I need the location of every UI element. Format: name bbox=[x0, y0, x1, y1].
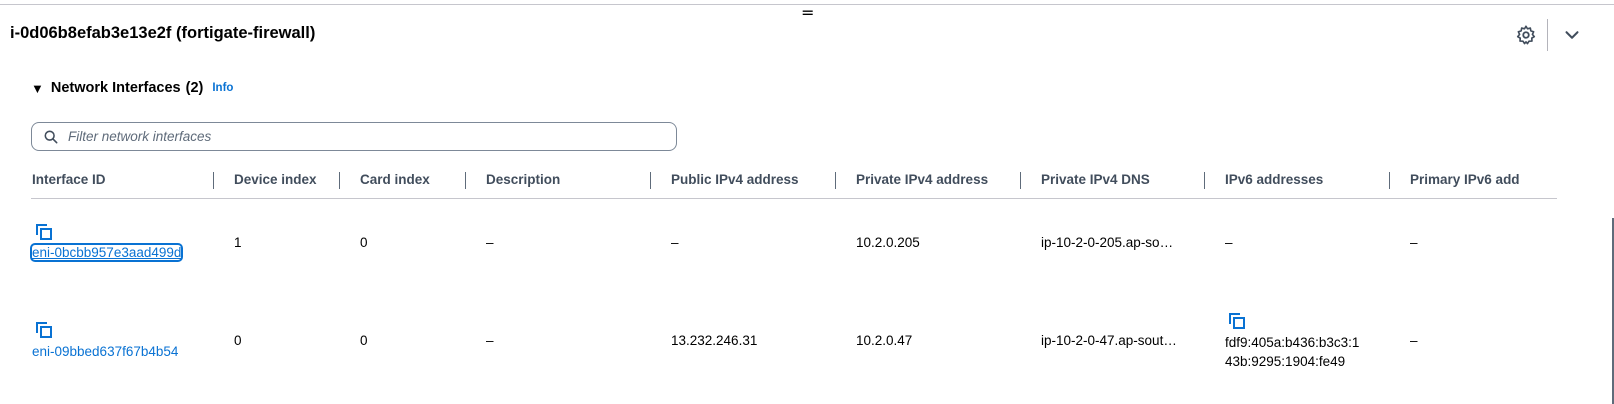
description-cell: – bbox=[486, 235, 494, 250]
copy-icon[interactable] bbox=[35, 321, 53, 339]
private-ipv4-cell: 10.2.0.47 bbox=[856, 333, 913, 348]
filter-box bbox=[31, 122, 677, 151]
resize-handle[interactable]: = bbox=[801, 5, 814, 21]
search-icon bbox=[44, 130, 58, 144]
chevron-down-icon[interactable] bbox=[1561, 24, 1583, 46]
col-interface-id[interactable]: Interface ID bbox=[32, 172, 106, 187]
gear-icon[interactable] bbox=[1515, 24, 1537, 46]
public-ipv4-cell: – bbox=[671, 235, 679, 250]
section-count: (2) bbox=[185, 80, 204, 96]
col-private-ipv4[interactable]: Private IPv4 address bbox=[856, 172, 988, 187]
instance-title: i-0d06b8efab3e13e2f (fortigate-firewall) bbox=[10, 24, 316, 42]
col-ipv6-addresses[interactable]: IPv6 addresses bbox=[1225, 172, 1323, 187]
interface-id-link[interactable]: eni-09bbed637f67b4b54 bbox=[32, 344, 178, 359]
device-index-cell: 0 bbox=[234, 333, 242, 348]
column-resizer[interactable] bbox=[1389, 172, 1390, 189]
card-index-cell: 0 bbox=[360, 235, 368, 250]
private-ipv4-cell: 10.2.0.205 bbox=[856, 235, 920, 250]
table-row: eni-09bbed637f67b4b54 0 0 – 13.232.246.3… bbox=[31, 300, 1557, 403]
column-resizer[interactable] bbox=[465, 172, 466, 189]
column-resizer[interactable] bbox=[213, 172, 214, 189]
primary-ipv6-cell: – bbox=[1410, 333, 1418, 348]
ipv6-address-line: fdf9:405a:b436:b3c3:1 bbox=[1225, 335, 1360, 350]
device-index-cell: 1 bbox=[234, 235, 242, 250]
caret-down-icon[interactable]: ▼ bbox=[31, 82, 44, 95]
col-description[interactable]: Description bbox=[486, 172, 560, 187]
interface-id-link[interactable]: eni-0bcbb957e3aad499d bbox=[29, 243, 184, 262]
primary-ipv6-cell: – bbox=[1410, 235, 1418, 250]
col-private-dns[interactable]: Private IPv4 DNS bbox=[1041, 172, 1150, 187]
public-ipv4-cell: 13.232.246.31 bbox=[671, 333, 758, 348]
network-interfaces-header: ▼ Network Interfaces (2) Info bbox=[31, 80, 233, 96]
column-resizer[interactable] bbox=[835, 172, 836, 189]
column-resizer[interactable] bbox=[339, 172, 340, 189]
col-public-ipv4[interactable]: Public IPv4 address bbox=[671, 172, 799, 187]
table-row: eni-0bcbb957e3aad499d 1 0 – – 10.2.0.205… bbox=[29, 198, 1557, 301]
info-link[interactable]: Info bbox=[212, 82, 233, 94]
column-resizer[interactable] bbox=[1020, 172, 1021, 189]
col-primary-ipv6[interactable]: Primary IPv6 add bbox=[1410, 172, 1520, 187]
column-resizer[interactable] bbox=[650, 172, 651, 189]
card-index-cell: 0 bbox=[360, 333, 368, 348]
col-card-index[interactable]: Card index bbox=[360, 172, 430, 187]
private-dns-cell: ip-10-2-0-205.ap-so… bbox=[1041, 235, 1174, 250]
description-cell: – bbox=[486, 333, 494, 348]
private-dns-cell: ip-10-2-0-47.ap-sout… bbox=[1041, 333, 1177, 348]
column-resizer[interactable] bbox=[1204, 172, 1205, 189]
table-header: Interface ID Device index Card index Des… bbox=[31, 163, 1557, 199]
col-device-index[interactable]: Device index bbox=[234, 172, 317, 187]
copy-icon[interactable] bbox=[1228, 312, 1246, 330]
filter-network-interfaces-input[interactable] bbox=[68, 126, 668, 147]
ipv6-address-line: 43b:9295:1904:fe49 bbox=[1225, 354, 1346, 369]
header-divider bbox=[1547, 19, 1548, 51]
ipv6-addresses-cell: – bbox=[1225, 235, 1233, 250]
copy-icon[interactable] bbox=[35, 223, 53, 241]
section-title[interactable]: Network Interfaces bbox=[51, 80, 181, 96]
